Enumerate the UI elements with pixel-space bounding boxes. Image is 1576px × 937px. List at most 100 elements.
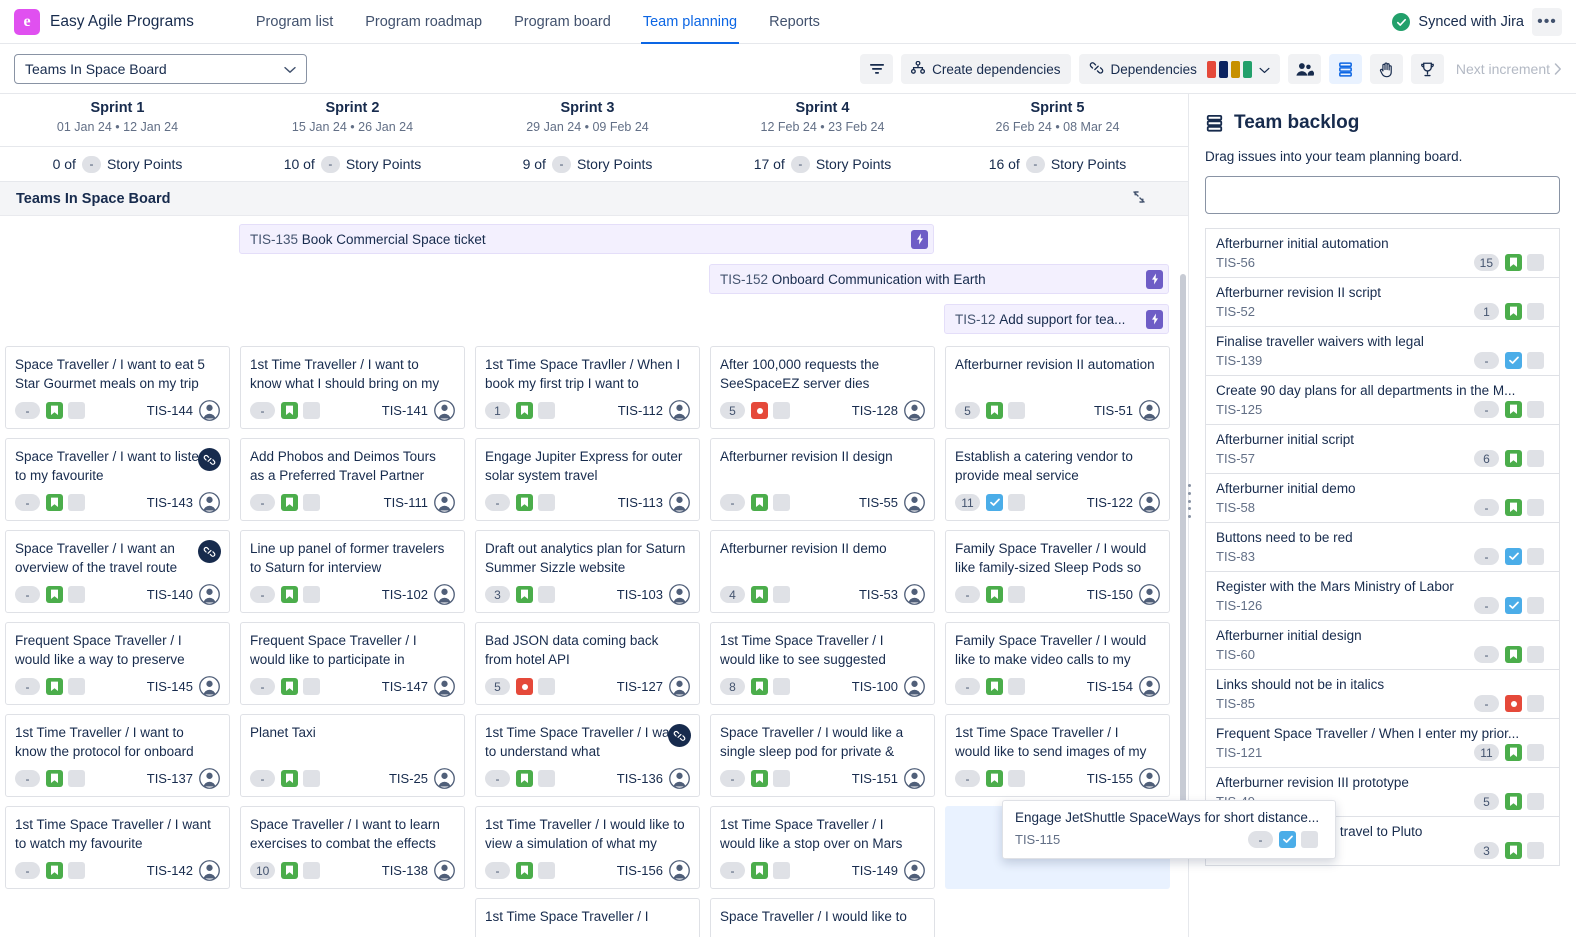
backlog-search-input[interactable]: [1205, 176, 1560, 214]
avatar[interactable]: [1139, 492, 1160, 513]
avatar[interactable]: [669, 768, 690, 789]
dependency-link-icon[interactable]: [198, 448, 221, 471]
issue-card[interactable]: Bad JSON data coming back from hotel API…: [475, 622, 700, 705]
nav-tab-program-list[interactable]: Program list: [240, 0, 349, 44]
avatar[interactable]: [434, 768, 455, 789]
avatar[interactable]: [434, 860, 455, 881]
issue-card[interactable]: Space Traveller / I want to learn exerci…: [240, 806, 465, 889]
backlog-item[interactable]: Create 90 day plans for all departments …: [1205, 376, 1560, 425]
sprint-column-4[interactable]: After 100,000 requests the SeeSpaceEZ se…: [705, 346, 940, 937]
board-vertical-scrollbar[interactable]: [1180, 274, 1186, 854]
sprint-column-2[interactable]: 1st Time Traveller / I want to know what…: [235, 346, 470, 937]
issue-card[interactable]: 1st Time Traveller / I want to know the …: [5, 714, 230, 797]
capacity-pill[interactable]: -: [790, 155, 810, 173]
issue-card[interactable]: 1st Time Traveller / I want to know what…: [240, 346, 465, 429]
teams-button[interactable]: [1287, 54, 1321, 84]
next-increment-button[interactable]: Next increment: [1452, 61, 1562, 77]
avatar[interactable]: [1139, 584, 1160, 605]
issue-card[interactable]: Planet Taxi - TIS-25: [240, 714, 465, 797]
sprint-column-1[interactable]: Space Traveller / I want to eat 5 Star G…: [0, 346, 235, 937]
avatar[interactable]: [434, 584, 455, 605]
issue-card[interactable]: Line up panel of former travelers to Sat…: [240, 530, 465, 613]
nav-tab-reports[interactable]: Reports: [753, 0, 836, 44]
issue-card[interactable]: 1st Time Space Travller / When I book my…: [475, 346, 700, 429]
capacity-pill[interactable]: -: [320, 155, 340, 173]
capacity-pill[interactable]: -: [551, 155, 571, 173]
avatar[interactable]: [1139, 768, 1160, 789]
capacity-pill[interactable]: -: [81, 155, 101, 173]
avatar[interactable]: [669, 400, 690, 421]
avatar[interactable]: [904, 676, 925, 697]
backlog-item[interactable]: Buttons need to be red TIS-83 -: [1205, 523, 1560, 572]
backlog-item[interactable]: Afterburner initial automation TIS-56 15: [1205, 228, 1560, 278]
backlog-item[interactable]: Afterburner initial script TIS-57 6: [1205, 425, 1560, 474]
increment-goal-button[interactable]: [1410, 54, 1444, 84]
avatar[interactable]: [434, 676, 455, 697]
avatar[interactable]: [669, 492, 690, 513]
avatar[interactable]: [434, 492, 455, 513]
issue-card[interactable]: Space Traveller / I would like to: [710, 898, 935, 937]
issue-card[interactable]: Draft out analytics plan for Saturn Summ…: [475, 530, 700, 613]
issue-card[interactable]: Add Phobos and Deimos Tours as a Preferr…: [240, 438, 465, 521]
panel-resize-handle[interactable]: [1185, 484, 1193, 518]
epic-bar[interactable]: TIS-152 Onboard Communication with Earth: [709, 264, 1169, 294]
issue-card[interactable]: Space Traveller / I want to eat 5 Star G…: [5, 346, 230, 429]
avatar[interactable]: [904, 492, 925, 513]
backlog-item[interactable]: Afterburner initial design TIS-60 -: [1205, 621, 1560, 670]
issue-card[interactable]: Space Traveller / I want to listen to my…: [5, 438, 230, 521]
more-options-button[interactable]: •••: [1532, 8, 1562, 36]
nav-tab-program-roadmap[interactable]: Program roadmap: [349, 0, 498, 44]
backlog-item[interactable]: Finalise traveller waivers with legal TIS…: [1205, 327, 1560, 376]
avatar[interactable]: [669, 676, 690, 697]
dependencies-filter-button[interactable]: Dependencies: [1078, 54, 1280, 84]
backlog-item[interactable]: Afterburner initial demo TIS-58 -: [1205, 474, 1560, 523]
backlog-item[interactable]: Links should not be in italics TIS-85 -: [1205, 670, 1560, 719]
pan-tool-button[interactable]: [1369, 54, 1403, 84]
avatar[interactable]: [199, 400, 220, 421]
backlog-item[interactable]: Register with the Mars Ministry of Labor…: [1205, 572, 1560, 621]
nav-tab-team-planning[interactable]: Team planning: [627, 0, 753, 44]
avatar[interactable]: [1139, 676, 1160, 697]
dependency-link-icon[interactable]: [668, 724, 691, 747]
issue-card[interactable]: Frequent Space Traveller / I would like …: [5, 622, 230, 705]
issue-card[interactable]: Afterburner revision II demo 4 TIS-53: [710, 530, 935, 613]
issue-card[interactable]: Afterburner revision II design - TIS-55: [710, 438, 935, 521]
avatar[interactable]: [199, 768, 220, 789]
issue-card[interactable]: 1st Time Space Traveller / I would like …: [945, 714, 1170, 797]
toggle-backlog-panel-button[interactable]: [1328, 54, 1362, 84]
issue-card[interactable]: 1st Time Space Traveller / I: [475, 898, 700, 937]
issue-card[interactable]: 1st Time Traveller / I would like to vie…: [475, 806, 700, 889]
avatar[interactable]: [1139, 400, 1160, 421]
avatar[interactable]: [904, 768, 925, 789]
create-dependencies-button[interactable]: Create dependencies: [901, 54, 1071, 84]
epic-bar[interactable]: TIS-135 Book Commercial Space ticket: [239, 224, 934, 254]
avatar[interactable]: [199, 860, 220, 881]
issue-card[interactable]: Family Space Traveller / I would like to…: [945, 622, 1170, 705]
avatar[interactable]: [904, 400, 925, 421]
epic-bar[interactable]: TIS-12 Add support for tea...: [944, 304, 1169, 334]
issue-card[interactable]: 1st Time Space Traveller / I want to und…: [475, 714, 700, 797]
issue-card[interactable]: Space Traveller / I want an overview of …: [5, 530, 230, 613]
issue-card[interactable]: Afterburner revision II automation 5 TIS-5…: [945, 346, 1170, 429]
backlog-item[interactable]: Afterburner revision II script TIS-52 1: [1205, 278, 1560, 327]
board-select[interactable]: Teams In Space Board: [14, 53, 307, 84]
issue-card[interactable]: Space Traveller / I would like a single …: [710, 714, 935, 797]
issue-card[interactable]: After 100,000 requests the SeeSpaceEZ se…: [710, 346, 935, 429]
avatar[interactable]: [669, 584, 690, 605]
nav-tab-program-board[interactable]: Program board: [498, 0, 627, 44]
issue-card[interactable]: Family Space Traveller / I would like fa…: [945, 530, 1170, 613]
issue-card[interactable]: 1st Time Space Traveller / I would like …: [710, 622, 935, 705]
avatar[interactable]: [199, 676, 220, 697]
avatar[interactable]: [434, 400, 455, 421]
issue-card[interactable]: 1st Time Space Traveller / I want to wat…: [5, 806, 230, 889]
filter-icon-button[interactable]: [860, 54, 894, 84]
dragged-issue-card[interactable]: Engage JetShuttle SpaceWays for short di…: [1002, 800, 1336, 859]
dependency-link-icon[interactable]: [198, 540, 221, 563]
avatar[interactable]: [904, 860, 925, 881]
issue-card[interactable]: 1st Time Space Traveller / I would like …: [710, 806, 935, 889]
avatar[interactable]: [199, 584, 220, 605]
avatar[interactable]: [199, 492, 220, 513]
avatar[interactable]: [669, 860, 690, 881]
sprint-column-3[interactable]: 1st Time Space Travller / When I book my…: [470, 346, 705, 937]
issue-card[interactable]: Engage Jupiter Express for outer solar s…: [475, 438, 700, 521]
